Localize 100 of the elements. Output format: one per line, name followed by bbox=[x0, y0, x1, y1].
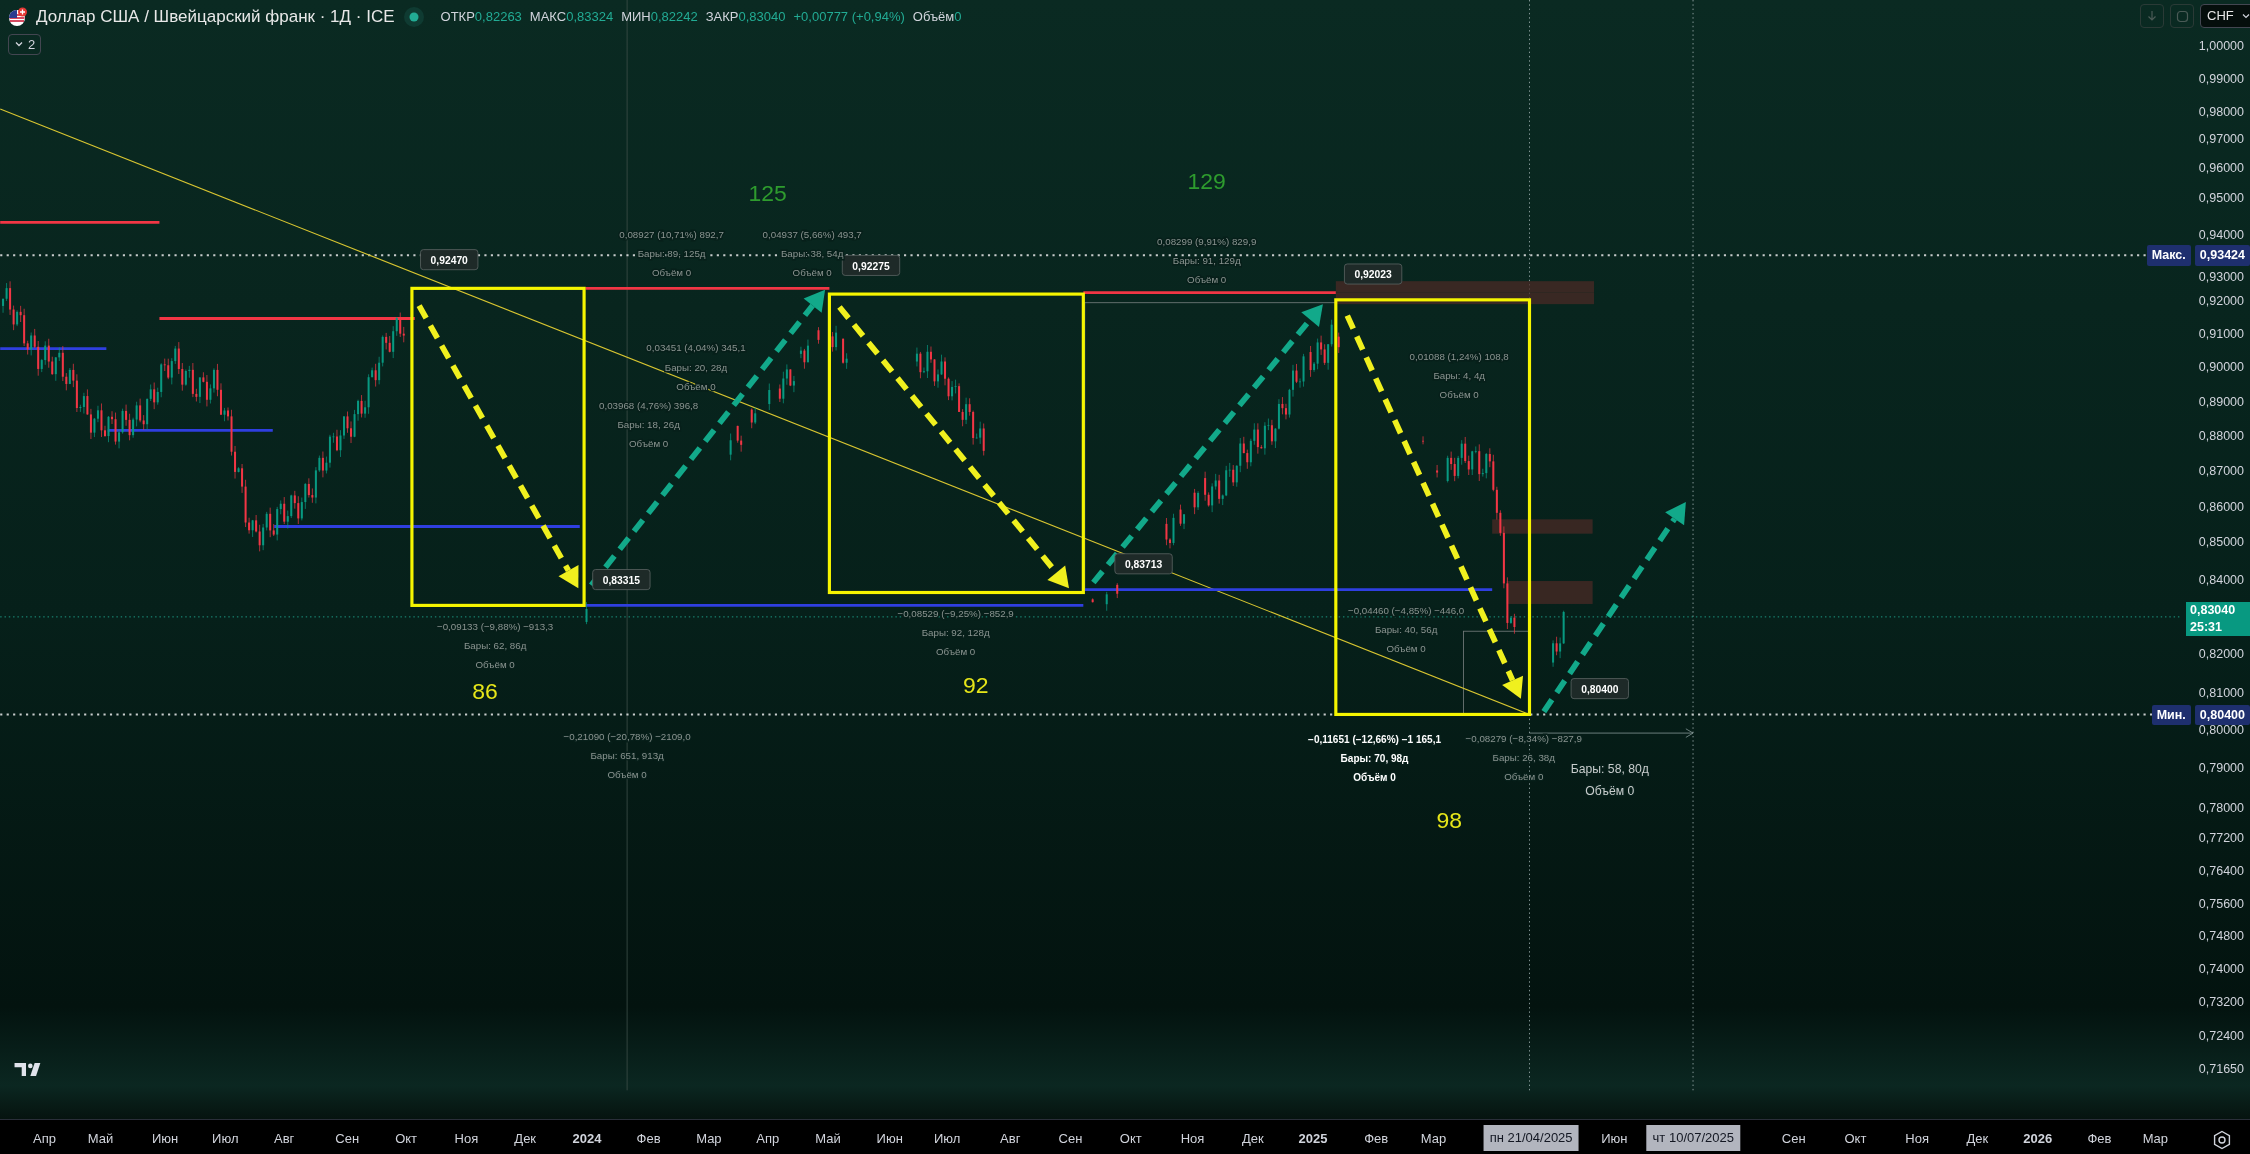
time-label: 2024 bbox=[572, 1130, 602, 1148]
price-tag: 0,92470 bbox=[420, 249, 479, 271]
measurement-text: Бары: 651, 913д bbox=[590, 750, 664, 762]
measurement-text: 0,08299 (9,91%) 829,9 bbox=[1157, 236, 1257, 248]
measurement-text: Объём 0 bbox=[1585, 783, 1635, 798]
time-label: Мар bbox=[1420, 1130, 1447, 1148]
count-label: 129 bbox=[1187, 168, 1226, 195]
price-tick: 0,94000 bbox=[2198, 227, 2244, 245]
price-tag: 0,83315 bbox=[592, 569, 651, 591]
legend-value: 0,83040 bbox=[738, 8, 786, 26]
measurement-text: Объём 0 bbox=[629, 438, 669, 450]
time-label: Сен bbox=[1058, 1130, 1083, 1148]
time-label: Ноя bbox=[1180, 1130, 1205, 1148]
measurement-text: Бары: 70, 98д bbox=[1340, 753, 1409, 765]
measurement-text: Бары: 58, 80д bbox=[1570, 762, 1649, 777]
legend-value: 0,82263 bbox=[474, 8, 522, 26]
price-change: +0,00777 (+0,94%) bbox=[793, 8, 905, 26]
marker-tag: Макс. bbox=[2146, 245, 2191, 267]
price-tick: 1,00000 bbox=[2198, 37, 2244, 55]
time-label: Окт bbox=[395, 1130, 418, 1148]
measurement-text: 0,03451 (4,04%) 345,1 bbox=[646, 342, 746, 354]
measurement-text: 0,08927 (10,71%) 892,7 bbox=[619, 229, 724, 241]
time-label: Апр bbox=[756, 1130, 780, 1148]
time-label: Фев bbox=[2087, 1130, 2112, 1148]
time-label: Ноя bbox=[454, 1130, 479, 1148]
measurement-text: Объём 0 bbox=[1504, 770, 1544, 782]
price-tick: 0,71650 bbox=[2198, 1061, 2244, 1079]
chart-title: Доллар США / Швейцарский франк · 1Д · ICE bbox=[36, 6, 395, 28]
price-tick: 0,92000 bbox=[2198, 293, 2244, 311]
measurement-text: Бары: 4, 4д bbox=[1433, 370, 1485, 382]
measurement-text: Объём 0 bbox=[1386, 643, 1426, 655]
time-label: Май bbox=[87, 1130, 114, 1148]
measurement-text: Бары: 62, 86д bbox=[463, 639, 527, 651]
time-label: Мар bbox=[696, 1130, 722, 1148]
price-tick: 0,91000 bbox=[2198, 326, 2244, 344]
time-label: Июл bbox=[933, 1130, 961, 1148]
measurement-text: −0,08279 (−8,34%) −827,9 bbox=[1465, 732, 1582, 744]
price-tick: 0,85000 bbox=[2198, 534, 2244, 552]
currency-dropdown[interactable]: CHF bbox=[2200, 4, 2250, 28]
legend-value: 0,82242 bbox=[650, 8, 698, 26]
measurement-text: Бары: 18, 26д bbox=[617, 418, 680, 430]
measurement-text: Бары: 20, 28д bbox=[664, 361, 728, 373]
time-label: Авг bbox=[273, 1130, 295, 1148]
price-tick: 0,75600 bbox=[2198, 896, 2244, 914]
measurement-text: −0,04460 (−4,85%) −446,0 bbox=[1347, 605, 1465, 616]
time-label: 2026 bbox=[2023, 1130, 2053, 1148]
time-label: Окт bbox=[1119, 1130, 1142, 1148]
marker-price: 0,80400 bbox=[2194, 704, 2250, 726]
price-tick: 0,98000 bbox=[2198, 103, 2244, 121]
measurement-text: −0,21090 (−20,78%) −2109,0 bbox=[563, 731, 691, 743]
price-tag: 0,92023 bbox=[1344, 263, 1403, 285]
price-tick: 0,97000 bbox=[2198, 131, 2244, 149]
price-tick: 0,89000 bbox=[2198, 393, 2244, 411]
price-tick: 0,90000 bbox=[2198, 359, 2244, 377]
time-label: Дек bbox=[1241, 1130, 1264, 1148]
price-tick: 0,76400 bbox=[2198, 863, 2244, 881]
count-label: 92 bbox=[962, 671, 989, 698]
price-tick: 0,82000 bbox=[2198, 646, 2244, 664]
price-tick: 0,72400 bbox=[2198, 1028, 2244, 1046]
price-tick: 0,77200 bbox=[2198, 830, 2244, 848]
measurement-text: Объём 0 bbox=[652, 267, 692, 279]
price-tick: 0,86000 bbox=[2198, 498, 2244, 516]
measurement-text: Объём 0 bbox=[1439, 389, 1479, 401]
price-tick: 0,78000 bbox=[2198, 799, 2244, 817]
price-tick: 0,88000 bbox=[2198, 428, 2244, 446]
measurement-text: Объём 0 bbox=[792, 267, 832, 279]
time-label: Мар bbox=[2142, 1130, 2169, 1148]
time-label: Июн bbox=[876, 1130, 903, 1148]
price-tick: 0,84000 bbox=[2198, 571, 2244, 589]
price-tick: 0,79000 bbox=[2198, 759, 2244, 777]
measurement-text: Бары: 40, 56д bbox=[1374, 624, 1438, 636]
time-label: Авг bbox=[1000, 1130, 1021, 1148]
measurement-text: −0,08529 (−9,25%) −852,9 bbox=[897, 607, 1014, 619]
price-tick: 0,99000 bbox=[2198, 70, 2244, 88]
time-label: 2025 bbox=[1298, 1130, 1328, 1148]
time-label: Июл bbox=[212, 1130, 239, 1148]
time-label: Сен bbox=[1781, 1130, 1806, 1148]
legend-label: Объём bbox=[912, 8, 955, 26]
time-label: Ноя bbox=[1905, 1130, 1929, 1148]
indicators-toggle[interactable]: 2 bbox=[8, 33, 42, 55]
measurement-text: Бары: 26, 38д bbox=[1492, 751, 1555, 763]
measurement-text: Объём 0 bbox=[475, 658, 515, 670]
date-label: пн 21/04/2025 bbox=[1483, 1125, 1579, 1151]
price-tick: 0,81000 bbox=[2198, 685, 2244, 703]
time-label: Июн bbox=[1601, 1130, 1628, 1148]
price-tag: 0,83713 bbox=[1114, 553, 1173, 575]
measurement-text: Бары: 91, 129д bbox=[1172, 255, 1241, 267]
legend-label: ОТКР bbox=[440, 8, 475, 26]
measurement-text: −0,11651 (−12,66%) −1 165,1 bbox=[1308, 734, 1442, 746]
measurement-text: Бары: 89, 125д bbox=[637, 248, 706, 260]
legend-label: МАКС bbox=[529, 8, 567, 26]
marker-price: 0,93424 bbox=[2194, 245, 2250, 267]
time-label: Сен bbox=[335, 1130, 360, 1148]
price-tick: 0,96000 bbox=[2198, 159, 2244, 177]
time-label: Июн bbox=[151, 1130, 179, 1148]
measurement-text: Объём 0 bbox=[936, 646, 976, 658]
price-tick: 0,73200 bbox=[2198, 993, 2244, 1011]
time-label: Окт bbox=[1844, 1130, 1867, 1148]
price-tick: 0,74800 bbox=[2198, 927, 2244, 945]
marker-tag: Мин. bbox=[2151, 704, 2191, 726]
